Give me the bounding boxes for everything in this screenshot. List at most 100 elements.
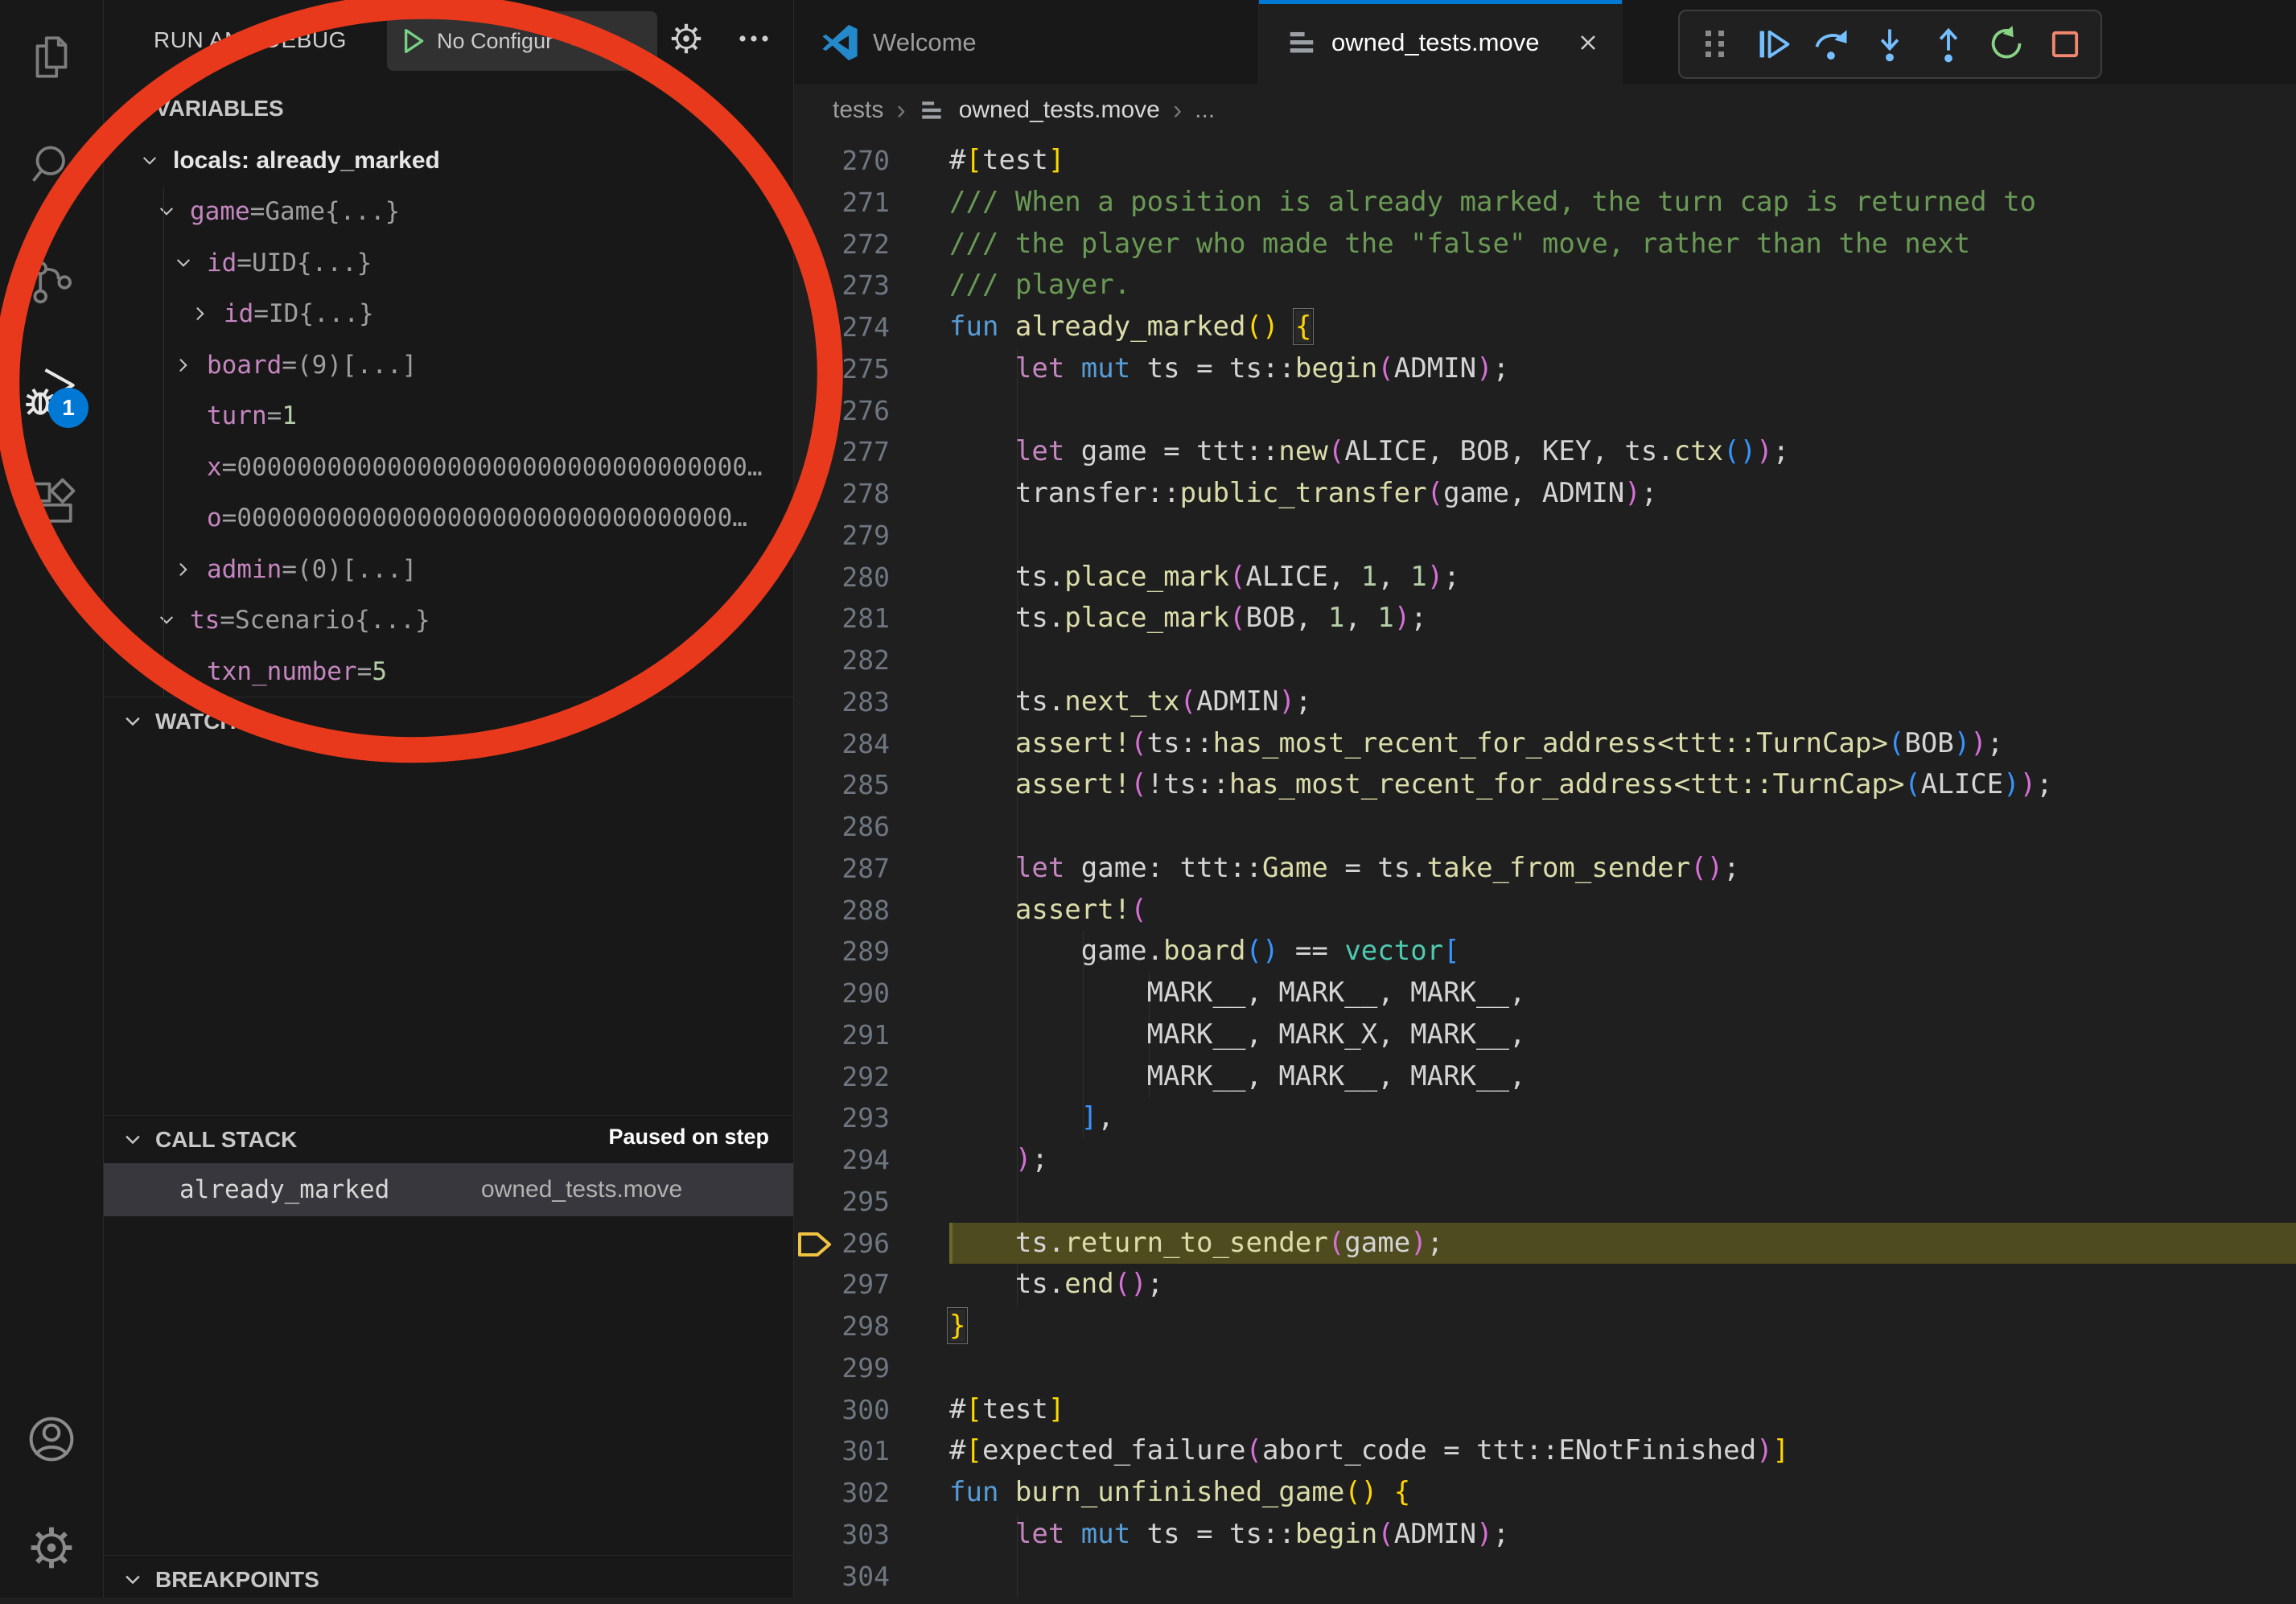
gutter-line-number[interactable]: 271 xyxy=(794,182,949,224)
code-text[interactable]: } xyxy=(949,1306,2296,1347)
continue-icon[interactable] xyxy=(1755,25,1793,64)
code-line-291[interactable]: 291 MARK__, MARK_X, MARK__, xyxy=(794,1014,2296,1056)
variable-row[interactable]: game = Game{...} xyxy=(104,187,793,238)
code-text[interactable]: assert!( xyxy=(949,890,2296,932)
code-line-290[interactable]: 290 MARK__, MARK__, MARK__, xyxy=(794,973,2296,1014)
code-line-282[interactable]: 282 xyxy=(794,640,2296,681)
code-line-288[interactable]: 288 assert!( xyxy=(794,890,2296,932)
variables-section-header[interactable]: VARIABLES xyxy=(104,84,793,133)
code-line-273[interactable]: 273/// player. xyxy=(794,265,2296,306)
breadcrumb-symbol[interactable]: ... xyxy=(1195,97,1215,124)
gutter-line-number[interactable]: 296 xyxy=(794,1223,949,1265)
gutter-line-number[interactable]: 285 xyxy=(794,764,949,806)
code-text[interactable] xyxy=(949,1556,2296,1598)
code-text[interactable]: MARK__, MARK__, MARK__, xyxy=(949,973,2296,1014)
code-text[interactable]: ts.end(); xyxy=(949,1264,2296,1306)
chevron-right-icon[interactable] xyxy=(190,302,224,326)
code-area[interactable]: 270#[test]271/// When a position is alre… xyxy=(794,140,2296,1597)
code-text[interactable]: #[test] xyxy=(949,140,2296,182)
code-line-279[interactable]: 279 xyxy=(794,515,2296,557)
code-line-275[interactable]: 275 let mut ts = ts::begin(ADMIN); xyxy=(794,348,2296,390)
code-line-293[interactable]: 293 ], xyxy=(794,1097,2296,1139)
code-text[interactable]: assert!(!ts::has_most_recent_for_address… xyxy=(949,764,2296,806)
step-into-icon[interactable] xyxy=(1870,25,1909,64)
step-over-icon[interactable] xyxy=(1813,25,1851,64)
gutter-line-number[interactable]: 304 xyxy=(794,1556,949,1598)
code-text[interactable]: ], xyxy=(949,1097,2296,1139)
code-text[interactable]: ts.place_mark(BOB, 1, 1); xyxy=(949,598,2296,640)
code-text[interactable]: let game: ttt::Game = ts.take_from_sende… xyxy=(949,848,2296,890)
code-line-285[interactable]: 285 assert!(!ts::has_most_recent_for_add… xyxy=(794,764,2296,806)
chevron-right-icon[interactable] xyxy=(173,557,207,582)
breakpoints-section-header[interactable]: BREAKPOINTS xyxy=(104,1555,793,1604)
gutter-line-number[interactable]: 289 xyxy=(794,931,949,973)
variables-scope-row[interactable]: locals: already_marked xyxy=(104,135,793,187)
gutter-line-number[interactable]: 292 xyxy=(794,1056,949,1098)
settings-gear-icon[interactable] xyxy=(24,1520,79,1575)
breadcrumb-folder[interactable]: tests xyxy=(833,97,883,124)
restart-icon[interactable] xyxy=(1987,25,2026,64)
code-text[interactable] xyxy=(949,640,2296,681)
code-text[interactable]: ts.next_tx(ADMIN); xyxy=(949,681,2296,723)
code-text[interactable]: #[test] xyxy=(949,1389,2296,1431)
code-text[interactable]: /// the player who made the "false" move… xyxy=(949,224,2296,265)
variable-row[interactable]: board = (9)[...] xyxy=(104,339,793,391)
gutter-line-number[interactable]: 290 xyxy=(794,973,949,1014)
code-text[interactable]: ); xyxy=(949,1139,2296,1181)
code-line-294[interactable]: 294 ); xyxy=(794,1139,2296,1181)
code-text[interactable]: let mut ts = ts::begin(ADMIN); xyxy=(949,348,2296,390)
code-text[interactable]: MARK__, MARK_X, MARK__, xyxy=(949,1014,2296,1056)
code-line-277[interactable]: 277 let game = ttt::new(ALICE, BOB, KEY,… xyxy=(794,431,2296,473)
debug-settings-gear-icon[interactable] xyxy=(665,18,707,60)
code-line-302[interactable]: 302fun burn_unfinished_game() { xyxy=(794,1472,2296,1514)
extensions-icon[interactable] xyxy=(24,475,79,529)
code-line-270[interactable]: 270#[test] xyxy=(794,140,2296,182)
chevron-down-icon[interactable] xyxy=(173,251,207,275)
code-text[interactable]: assert!(ts::has_most_recent_for_address<… xyxy=(949,723,2296,765)
code-line-287[interactable]: 287 let game: ttt::Game = ts.take_from_s… xyxy=(794,848,2296,890)
call-stack-frame[interactable]: already_markedowned_tests.move xyxy=(104,1163,793,1216)
code-text[interactable]: /// When a position is already marked, t… xyxy=(949,182,2296,224)
code-line-272[interactable]: 272/// the player who made the "false" m… xyxy=(794,224,2296,265)
watch-section-header[interactable]: WATCH xyxy=(104,697,793,746)
code-line-271[interactable]: 271/// When a position is already marked… xyxy=(794,182,2296,224)
code-line-304[interactable]: 304 xyxy=(794,1556,2296,1598)
code-text[interactable]: let mut ts = ts::begin(ADMIN); xyxy=(949,1514,2296,1556)
code-line-297[interactable]: 297 ts.end(); xyxy=(794,1264,2296,1306)
gutter-line-number[interactable]: 295 xyxy=(794,1181,949,1223)
highlighted-code-text[interactable]: ts.return_to_sender(game); xyxy=(949,1223,2296,1265)
gutter-line-number[interactable]: 283 xyxy=(794,681,949,723)
code-text[interactable]: ts.place_mark(ALICE, 1, 1); xyxy=(949,557,2296,598)
code-text[interactable] xyxy=(949,390,2296,432)
code-line-283[interactable]: 283 ts.next_tx(ADMIN); xyxy=(794,681,2296,723)
variable-row[interactable]: txn_number = 5 xyxy=(104,646,793,697)
gutter-line-number[interactable]: 275 xyxy=(794,348,949,390)
code-line-281[interactable]: 281 ts.place_mark(BOB, 1, 1); xyxy=(794,598,2296,640)
account-icon[interactable] xyxy=(24,1412,79,1466)
gutter-line-number[interactable]: 280 xyxy=(794,557,949,598)
code-text[interactable]: fun already_marked() { xyxy=(949,306,2296,348)
gutter-line-number[interactable]: 281 xyxy=(794,598,949,640)
code-line-292[interactable]: 292 MARK__, MARK__, MARK__, xyxy=(794,1056,2296,1098)
gutter-line-number[interactable]: 302 xyxy=(794,1472,949,1514)
tab-owned-tests[interactable]: owned_tests.move xyxy=(1259,0,1623,84)
variable-row[interactable]: o = 000000000000000000000000000000000… xyxy=(104,493,793,545)
gutter-line-number[interactable]: 282 xyxy=(794,640,949,681)
gutter-line-number[interactable]: 303 xyxy=(794,1514,949,1556)
code-text[interactable] xyxy=(949,515,2296,557)
code-text[interactable]: let game = ttt::new(ALICE, BOB, KEY, ts.… xyxy=(949,431,2296,473)
gutter-line-number[interactable]: 291 xyxy=(794,1014,949,1056)
gutter-line-number[interactable]: 297 xyxy=(794,1264,949,1306)
gutter-line-number[interactable]: 284 xyxy=(794,723,949,765)
gutter-line-number[interactable]: 298 xyxy=(794,1306,949,1347)
breadcrumb-file[interactable]: owned_tests.move xyxy=(959,97,1160,124)
chevron-down-icon[interactable] xyxy=(156,199,190,224)
variable-row[interactable]: turn = 1 xyxy=(104,391,793,442)
code-text[interactable]: #[expected_failure(abort_code = ttt::ENo… xyxy=(949,1430,2296,1472)
variable-row[interactable]: admin = (0)[...] xyxy=(104,544,793,595)
chevron-down-icon[interactable] xyxy=(139,149,173,173)
code-line-299[interactable]: 299 xyxy=(794,1347,2296,1389)
gutter-line-number[interactable]: 276 xyxy=(794,390,949,432)
code-line-276[interactable]: 276 xyxy=(794,390,2296,432)
launch-config-dropdown[interactable]: No Configur xyxy=(387,11,657,71)
